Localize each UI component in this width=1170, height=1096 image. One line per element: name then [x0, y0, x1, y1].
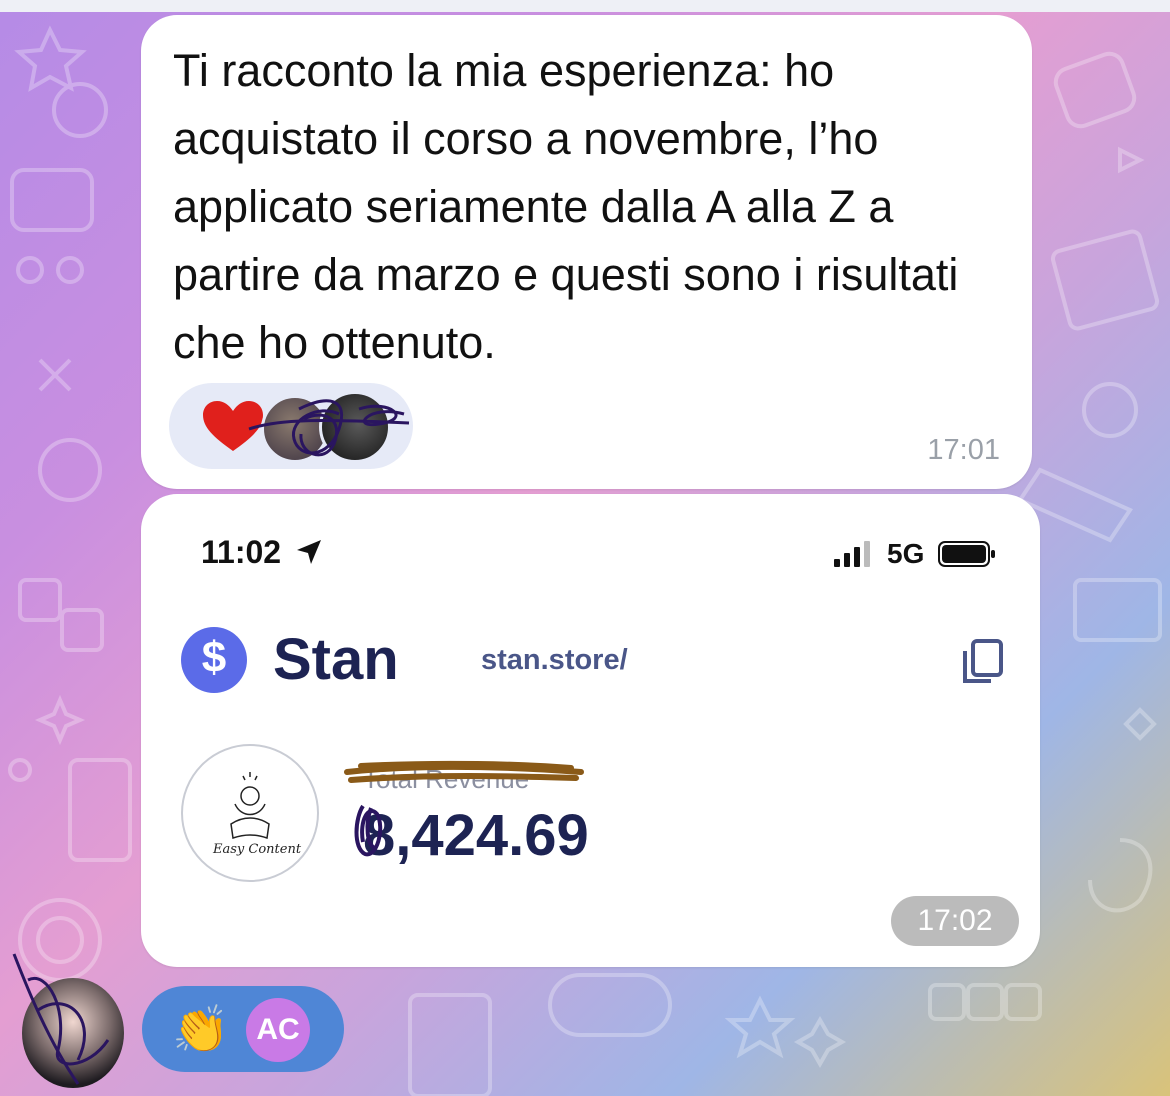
top-bar	[0, 0, 1170, 12]
message-bubble-text[interactable]: Ti racconto la mia esperienza: ho acquis…	[141, 15, 1032, 489]
revenue-label: Total Revenue	[363, 764, 530, 794]
revenue-amount: 8,424.69	[363, 803, 589, 868]
message-time: 17:01	[927, 434, 1000, 466]
copy-icon	[963, 639, 1003, 683]
store-url: stan.store/	[481, 644, 628, 676]
battery-icon	[938, 541, 995, 567]
store-avatar-drawing	[230, 772, 270, 839]
sender-avatar[interactable]	[22, 978, 124, 1088]
store-avatar-caption: Easy Content	[213, 842, 302, 857]
phone-status-time: 11:02	[201, 534, 282, 570]
message-reactions[interactable]	[169, 383, 413, 469]
location-arrow-icon	[297, 540, 321, 564]
reactor-initials-badge[interactable]: AC	[246, 998, 310, 1062]
message-time: 17:02	[891, 896, 1019, 946]
reactor-avatar[interactable]	[319, 391, 391, 463]
clapping-hands-icon: 👏	[172, 1003, 230, 1055]
signal-strength-icon	[834, 541, 870, 567]
heart-icon	[203, 401, 263, 451]
stan-logo: $	[181, 627, 247, 693]
store-avatar: Easy Content	[181, 744, 319, 882]
stan-logo-symbol: $	[201, 633, 227, 682]
message-text: Ti racconto la mia esperienza: ho acquis…	[173, 45, 959, 368]
message-bubble-image[interactable]: 11:02 5G $ Stan stan.store/ Easy Content	[141, 494, 1040, 967]
stan-brand-name: Stan	[273, 627, 399, 692]
network-type: 5G	[887, 538, 925, 569]
bottom-reactions[interactable]: 👏 AC	[142, 986, 344, 1072]
